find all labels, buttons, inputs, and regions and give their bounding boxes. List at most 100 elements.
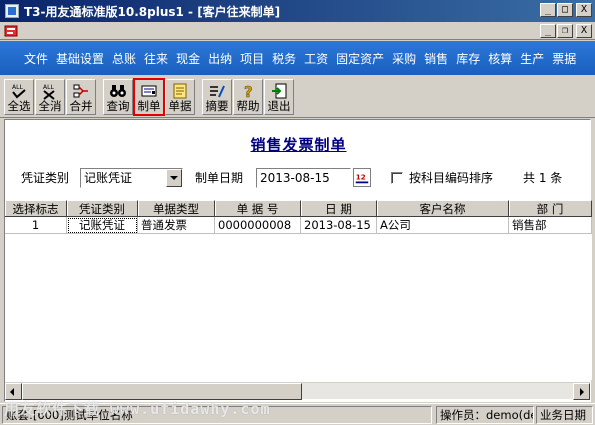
record-count: 共 1 条: [523, 171, 563, 185]
mdi-child-bar: _ ❐ X: [0, 22, 595, 40]
voucher-type-select[interactable]: 记账凭证: [80, 168, 183, 188]
menu-bar: 文件 基础设置 总账 往来 现金 出纳 项目 税务 工资 固定资产 采购 销售 …: [0, 41, 595, 75]
document-label: 单据: [168, 99, 192, 113]
window-title: T3-用友通标准版10.8plus1 - [客户往来制单]: [24, 4, 281, 19]
menu-sales[interactable]: 销售: [420, 50, 452, 67]
col-doc-type[interactable]: 单据类型: [138, 200, 215, 217]
menu-purchasing[interactable]: 采购: [388, 50, 420, 67]
binoculars-icon: [110, 85, 126, 97]
make-voucher-icon: [141, 85, 157, 97]
grid-header-row: 选择标志 凭证类别 单据类型 单 据 号 日 期 客户名称 部 门: [5, 200, 592, 217]
summary-icon: [210, 85, 225, 98]
child-close-button[interactable]: X: [576, 24, 592, 38]
select-all-glyph: ALL: [12, 84, 23, 91]
help-label: 帮助: [236, 99, 260, 113]
page-title: 销售发票制单: [250, 136, 347, 154]
chevron-down-icon[interactable]: [166, 169, 182, 187]
menu-costing[interactable]: 核算: [484, 50, 516, 67]
menu-receivables-payables[interactable]: 往来: [140, 50, 172, 67]
toolbar-group-selection: ALL 全选 ALL 全消 合并: [4, 79, 97, 115]
date-value: 2013-08-15: [260, 171, 330, 185]
help-icon: ?: [244, 83, 253, 100]
select-all-label: 全选: [7, 99, 31, 113]
title-bar: T3-用友通标准版10.8plus1 - [客户往来制单] _ □ X: [0, 0, 595, 22]
child-window-icon: [4, 25, 18, 37]
filter-row: 凭证类别 记账凭证 制单日期 2013-08-15 12 按科目编码排序 共 1…: [5, 168, 592, 190]
query-button[interactable]: 查询: [103, 79, 133, 115]
col-date[interactable]: 日 期: [301, 200, 377, 217]
calendar-icon[interactable]: 12: [353, 168, 371, 187]
child-window-controls: _ ❐ X: [540, 24, 592, 38]
menu-inventory[interactable]: 库存: [452, 50, 484, 67]
summary-button[interactable]: 摘要: [202, 79, 232, 115]
horizontal-scrollbar[interactable]: [5, 382, 590, 400]
toolbar: ALL 全选 ALL 全消 合并 查询 制单 单据 摘要 ? 帮助 退出: [0, 77, 595, 118]
status-operator: 操作员：demo(de: [436, 406, 534, 424]
select-all-icon: ALL: [12, 84, 26, 99]
col-voucher-type[interactable]: 凭证类别: [67, 200, 138, 217]
toolbar-group-actions: 查询 制单 单据: [103, 78, 196, 116]
menu-file[interactable]: 文件: [20, 50, 52, 67]
document-icon: [173, 83, 187, 99]
cell-doc-number: 0000000008: [215, 217, 301, 234]
app-icon: [5, 4, 19, 18]
menu-notes[interactable]: 票据: [548, 50, 580, 67]
deselect-all-icon: ALL: [43, 84, 55, 100]
menu-production[interactable]: 生产: [516, 50, 548, 67]
status-business-date: 业务日期: [536, 406, 593, 424]
menu-cash[interactable]: 现金: [172, 50, 204, 67]
col-doc-number[interactable]: 单 据 号: [215, 200, 301, 217]
make-voucher-label: 制单: [137, 99, 161, 113]
merge-button[interactable]: 合并: [66, 79, 96, 115]
maximize-button[interactable]: □: [557, 3, 573, 17]
merge-icon: [73, 84, 88, 98]
cell-doc-type: 普通发票: [138, 217, 215, 234]
query-label: 查询: [106, 99, 130, 113]
merge-label: 合并: [69, 99, 93, 113]
date-input[interactable]: 2013-08-15: [256, 168, 351, 188]
deselect-all-button[interactable]: ALL 全消: [35, 79, 65, 115]
exit-icon: [272, 83, 287, 99]
voucher-grid: 选择标志 凭证类别 单据类型 单 据 号 日 期 客户名称 部 门 1 记账凭证…: [5, 200, 592, 380]
minimize-button[interactable]: _: [540, 3, 556, 17]
summary-label: 摘要: [205, 99, 229, 113]
cell-department: 销售部: [509, 217, 592, 234]
make-voucher-button[interactable]: 制单: [133, 78, 165, 116]
window-controls: _ □ X: [540, 3, 592, 17]
calendar-glyph: 12: [356, 173, 366, 182]
main-pane: 销售发票制单 凭证类别 记账凭证 制单日期 2013-08-15 12 按科目编…: [4, 119, 592, 402]
col-select-flag[interactable]: 选择标志: [5, 200, 67, 217]
close-button[interactable]: X: [576, 3, 592, 17]
menu-basic-settings[interactable]: 基础设置: [52, 50, 108, 67]
child-minimize-button[interactable]: _: [540, 24, 556, 38]
voucher-type-value: 记账凭证: [84, 171, 133, 185]
menu-general-ledger[interactable]: 总账: [108, 50, 140, 67]
date-label: 制单日期: [195, 171, 244, 185]
cell-select-flag[interactable]: 1: [5, 217, 67, 234]
cell-voucher-type[interactable]: 记账凭证: [67, 217, 138, 234]
help-button[interactable]: ? 帮助: [233, 79, 263, 115]
deselect-all-glyph: ALL: [43, 84, 54, 91]
voucher-type-label: 凭证类别: [21, 171, 70, 185]
document-button[interactable]: 单据: [165, 79, 195, 115]
toolbar-group-misc: 摘要 ? 帮助 退出: [202, 79, 295, 115]
deselect-all-label: 全消: [38, 99, 62, 113]
cell-customer-name: A公司: [377, 217, 509, 234]
menu-tax[interactable]: 税务: [268, 50, 300, 67]
sort-by-subject-checkbox[interactable]: [391, 172, 403, 184]
sort-by-subject-label: 按科目编码排序: [409, 171, 494, 185]
menu-project[interactable]: 项目: [236, 50, 268, 67]
cell-date: 2013-08-15: [301, 217, 377, 234]
exit-label: 退出: [267, 99, 291, 113]
col-department[interactable]: 部 门: [509, 200, 592, 217]
col-customer-name[interactable]: 客户名称: [377, 200, 509, 217]
exit-button[interactable]: 退出: [264, 79, 294, 115]
scroll-right-icon[interactable]: [573, 383, 590, 400]
menu-cashier[interactable]: 出纳: [204, 50, 236, 67]
table-row[interactable]: 1 记账凭证 普通发票 0000000008 2013-08-15 A公司 销售…: [5, 217, 592, 234]
child-restore-button[interactable]: ❐: [557, 24, 573, 38]
menu-fixed-assets[interactable]: 固定资产: [332, 50, 388, 67]
watermark: 用友软件下载 www.ufidawhy.com: [4, 400, 271, 418]
menu-payroll[interactable]: 工资: [300, 50, 332, 67]
select-all-button[interactable]: ALL 全选: [4, 79, 34, 115]
